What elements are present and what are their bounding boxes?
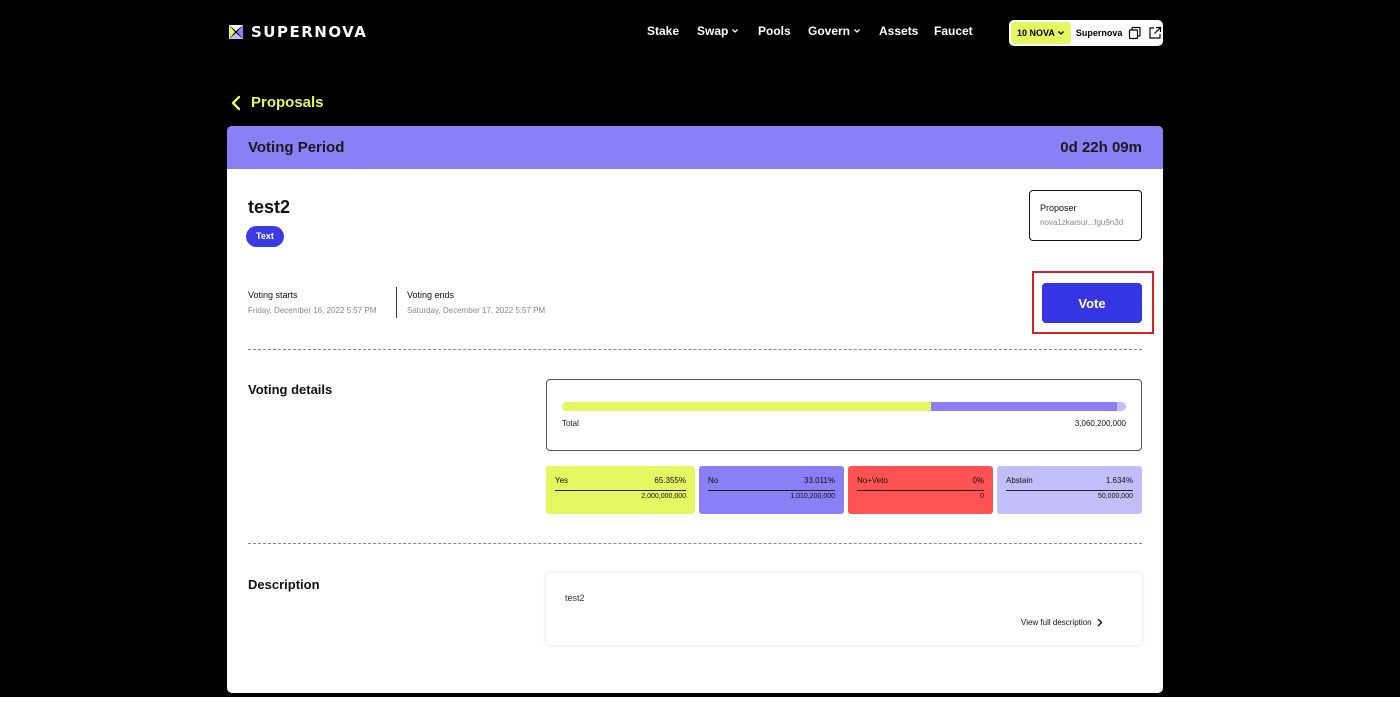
bottom-edge — [0, 697, 1400, 702]
external-link-icon[interactable] — [1148, 26, 1162, 40]
nav-stake[interactable]: Stake — [647, 24, 679, 38]
section-divider — [248, 349, 1142, 350]
wallet-balance-dropdown[interactable]: 10 NOVA — [1011, 22, 1071, 44]
voting-starts-label: Voting starts — [248, 290, 298, 300]
option-percent: 1.634% — [1105, 476, 1133, 485]
option-amount: 1,010,200,000 — [790, 493, 835, 500]
vote-options: Yes 65.355% 2,000,000,000 No 33.011% 1,010… — [546, 466, 1142, 514]
nav-assets-label: Assets — [879, 24, 919, 38]
vertical-divider — [396, 287, 397, 318]
wallet-balance: 10 NOVA — [1017, 28, 1055, 38]
voting-period-bar: Voting Period 0d 22h 09m — [227, 126, 1163, 169]
brand-name: SUPERNOVA — [251, 23, 368, 41]
view-full-description-link[interactable]: View full description — [1021, 618, 1103, 627]
vote-option-no-veto: No+Veto 0% 0 — [848, 466, 993, 514]
vote-bar-no — [931, 402, 1117, 411]
voting-ends-label: Voting ends — [407, 290, 455, 300]
proposal-card: Voting Period 0d 22h 09m test2 Text Prop… — [227, 126, 1163, 693]
nav-faucet[interactable]: Faucet — [934, 24, 973, 38]
chevron-left-icon — [231, 95, 241, 110]
proposal-status: Voting Period — [248, 139, 345, 156]
vote-bar-yes — [562, 402, 931, 411]
proposer-box[interactable]: Proposer nova1zkarsur...fgu9n3d — [1029, 190, 1142, 241]
proposer-label: Proposer — [1040, 203, 1077, 213]
voting-total-box: Total 3,060,200,000 — [546, 379, 1142, 451]
supernova-logo-icon — [229, 25, 243, 39]
option-amount: 50,000,000 — [1097, 493, 1133, 500]
back-label: Proposals — [251, 94, 324, 111]
option-divider — [1006, 490, 1133, 491]
option-name: No+Veto — [857, 476, 888, 485]
proposal-title: test2 — [248, 197, 291, 217]
option-percent: 65.355% — [654, 476, 686, 485]
description-text: test2 — [565, 593, 585, 603]
total-label: Total — [562, 419, 579, 428]
nav-stake-label: Stake — [647, 24, 680, 38]
option-percent: 33.011% — [804, 476, 835, 485]
total-value: 3,060,200,000 — [1074, 419, 1126, 428]
option-amount: 2,000,000,000 — [641, 493, 686, 500]
description-box: test2 View full description — [546, 573, 1142, 645]
vote-option-yes: Yes 65.355% 2,000,000,000 — [546, 466, 695, 514]
option-name: Abstain — [1006, 476, 1033, 485]
nav-govern-label: Govern — [808, 24, 851, 38]
nav-assets[interactable]: Assets — [879, 24, 918, 38]
top-nav-bar: SUPERNOVA Stake Swap Pools Govern Assets… — [0, 0, 1400, 66]
voting-ends-date: Saturday, December 17, 2022 5:57 PM — [407, 306, 546, 315]
option-divider — [555, 490, 686, 491]
nav-pools-label: Pools — [758, 24, 791, 38]
voting-details-label: Voting details — [248, 382, 333, 397]
option-name: No — [708, 476, 719, 485]
vote-button[interactable]: Vote — [1042, 283, 1142, 323]
option-divider — [708, 490, 835, 491]
chevron-right-icon — [1097, 618, 1103, 627]
back-to-proposals-link[interactable]: Proposals — [231, 94, 324, 111]
vote-bar-abstain — [1117, 402, 1126, 411]
voting-starts-date: Friday, December 16, 2022 5:57 PM — [248, 306, 377, 315]
chevron-down-icon — [854, 29, 860, 33]
proposer-address: nova1zkarsur...fgu9n3d — [1040, 218, 1124, 227]
vote-option-abstain: Abstain 1.634% 50,000,000 — [997, 466, 1142, 514]
vote-option-no: No 33.011% 1,010,200,000 — [699, 466, 844, 514]
option-divider — [857, 490, 984, 491]
proposal-type-badge: Text — [246, 226, 284, 247]
nav-govern[interactable]: Govern — [808, 24, 861, 38]
chevron-down-icon — [1057, 31, 1064, 35]
voting-countdown: 0d 22h 09m — [1060, 139, 1142, 156]
view-full-description-label: View full description — [1021, 618, 1092, 627]
brand-logo[interactable]: SUPERNOVA — [227, 23, 367, 41]
voting-ends: Voting ends Saturday, December 17, 2022 … — [407, 290, 545, 315]
nav-faucet-label: Faucet — [934, 24, 973, 38]
voting-starts: Voting starts Friday, December 16, 2022 … — [248, 290, 376, 315]
section-divider — [248, 543, 1142, 544]
description-label: Description — [248, 577, 320, 592]
option-percent: 0% — [972, 476, 984, 485]
copy-icon[interactable] — [1128, 26, 1142, 40]
vote-progress-bar — [562, 402, 1126, 411]
nav-pools[interactable]: Pools — [758, 24, 791, 38]
option-name: Yes — [555, 476, 569, 485]
wallet-name: Supernova — [1075, 28, 1123, 38]
nav-swap-label: Swap — [697, 24, 729, 38]
wallet-widget: 10 NOVA Supernova — [1009, 20, 1163, 46]
nav-swap[interactable]: Swap — [697, 24, 739, 38]
chevron-down-icon — [732, 29, 739, 33]
option-amount: 0 — [980, 493, 984, 500]
